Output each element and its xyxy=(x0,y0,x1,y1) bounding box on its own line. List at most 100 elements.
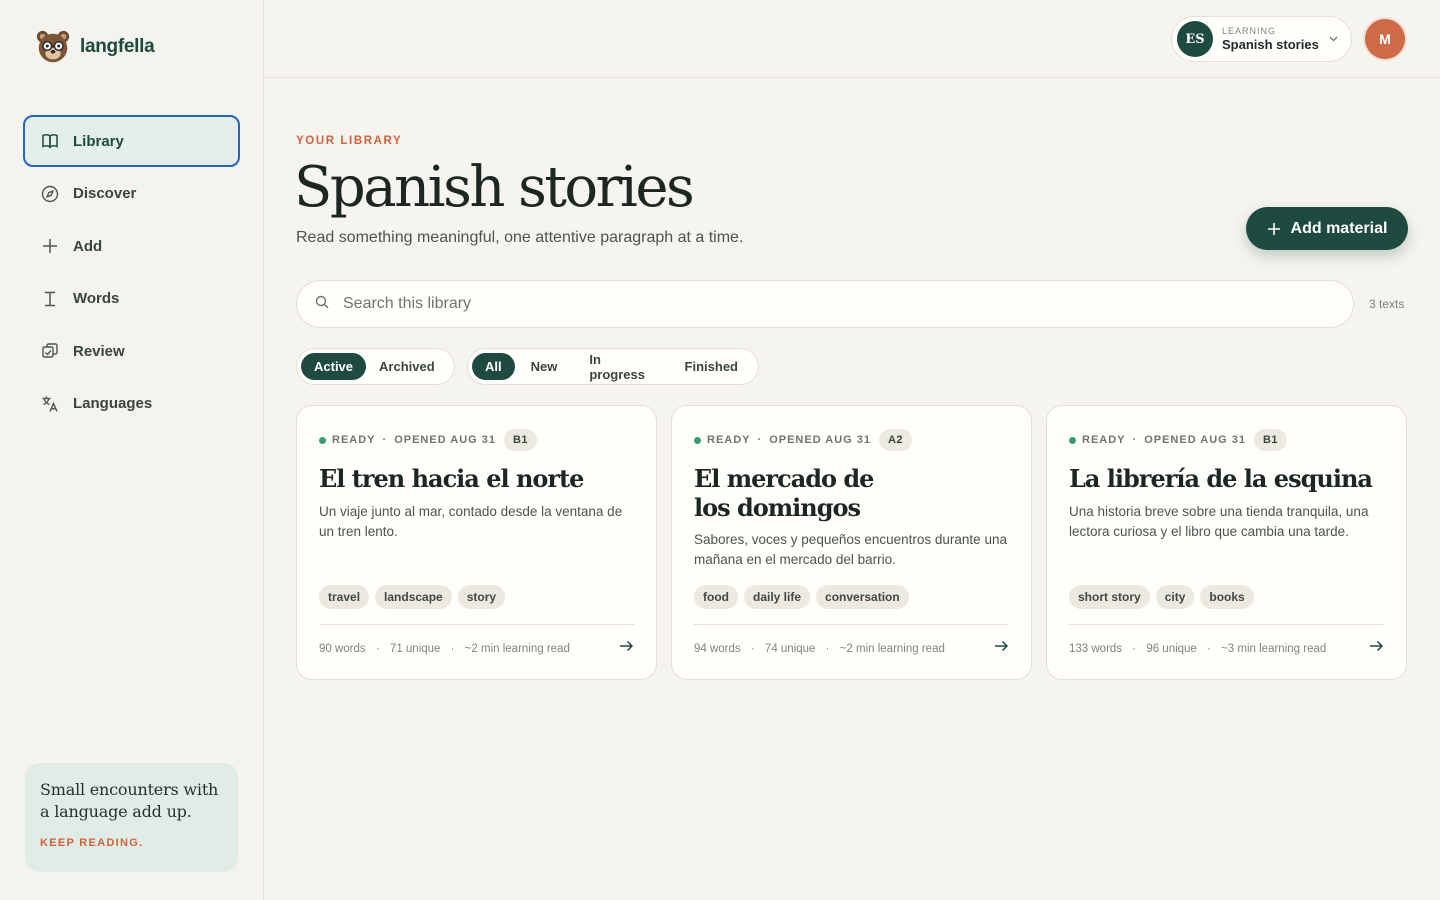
filter-archived[interactable]: Archived xyxy=(366,353,448,380)
card-stats: 133 words · 96 unique · ~3 min learning … xyxy=(1069,643,1326,655)
sidebar-item-label: Words xyxy=(73,290,120,307)
arrow-right-icon[interactable] xyxy=(994,639,1009,657)
sidebar-item-library[interactable]: Library xyxy=(23,115,240,167)
library-search xyxy=(296,280,1354,328)
tag[interactable]: city xyxy=(1155,585,1195,609)
text-cursor-icon xyxy=(41,290,59,308)
word-count: 94 words xyxy=(694,643,741,655)
card-tags: food daily life conversation xyxy=(694,585,909,609)
card-description: Sabores, voces y pequeños encuentros dur… xyxy=(694,532,1007,567)
brand[interactable]: langfella xyxy=(34,28,155,66)
text-count: 3 texts xyxy=(1369,297,1405,311)
language-switcher[interactable]: ES LEARNING Spanish stories xyxy=(1171,16,1352,62)
tag[interactable]: daily life xyxy=(744,585,811,609)
tag[interactable]: short story xyxy=(1069,585,1150,609)
compass-icon xyxy=(41,185,59,203)
meta-separator: · xyxy=(1132,643,1137,655)
word-count: 133 words xyxy=(1069,643,1123,655)
page-title: Spanish stories xyxy=(294,155,695,220)
tag[interactable]: travel xyxy=(319,585,370,609)
plus-icon xyxy=(41,237,59,255)
arrow-right-icon[interactable] xyxy=(619,639,634,657)
tag[interactable]: conversation xyxy=(816,585,909,609)
sidebar-item-discover[interactable]: Discover xyxy=(23,168,240,220)
tag[interactable]: food xyxy=(694,585,738,609)
ready-dot-icon xyxy=(319,436,326,444)
tag[interactable]: story xyxy=(457,585,506,609)
plus-icon xyxy=(1267,218,1281,240)
book-icon xyxy=(41,132,59,150)
sidebar-item-label: Discover xyxy=(73,185,137,202)
add-material-label: Add material xyxy=(1290,219,1388,237)
sidebar-item-label: Add xyxy=(73,237,103,255)
filter-in-progress[interactable]: In progress xyxy=(573,352,668,382)
card-description: Una historia breve sobre una tienda tran… xyxy=(1069,504,1369,539)
user-avatar[interactable]: M xyxy=(1365,19,1405,59)
ready-dot-icon xyxy=(1069,436,1076,444)
sidebar: langfella Library Discover Add Words Rev… xyxy=(0,0,264,900)
sidebar-nav: Library Discover Add Words Review Langua… xyxy=(23,115,240,430)
language-code-badge: ES xyxy=(1177,21,1213,57)
read-time: ~2 min learning read xyxy=(464,643,570,655)
card-opened: OPENED AUG 31 xyxy=(769,434,872,446)
keep-reading-link[interactable]: KEEP READING. xyxy=(40,837,223,849)
card-title: El mercado de los domingos xyxy=(694,464,874,522)
card-title: El tren hacia el norte xyxy=(319,464,584,493)
sidebar-item-review[interactable]: Review xyxy=(23,325,240,377)
level-badge: A2 xyxy=(879,429,912,451)
tag[interactable]: books xyxy=(1200,585,1254,609)
level-badge: B1 xyxy=(1254,429,1287,451)
bear-logo-icon xyxy=(36,30,70,63)
filter-all[interactable]: All xyxy=(472,353,515,380)
meta-separator: · xyxy=(382,434,388,446)
language-caption: LEARNING xyxy=(1222,26,1277,36)
story-card[interactable]: READY · OPENED AUG 31 A2 El mercado de l… xyxy=(671,405,1032,680)
word-count: 90 words xyxy=(319,643,366,655)
card-description: Un viaje junto al mar, contado desde la … xyxy=(319,504,623,539)
meta-separator: · xyxy=(1132,434,1138,446)
filter-new[interactable]: New xyxy=(515,353,574,380)
tag[interactable]: landscape xyxy=(375,585,452,609)
search-input[interactable] xyxy=(343,295,1243,313)
card-tags: travel landscape story xyxy=(319,585,506,609)
sidebar-item-add[interactable]: Add xyxy=(23,220,240,272)
meta-separator: · xyxy=(757,434,763,446)
story-card[interactable]: READY · OPENED AUG 31 B1 El tren hacia e… xyxy=(296,405,657,680)
page-eyebrow: YOUR LIBRARY xyxy=(296,135,403,147)
card-tags: short story city books xyxy=(1069,585,1254,609)
chevron-down-icon xyxy=(1329,34,1338,45)
filter-active[interactable]: Active xyxy=(301,353,367,380)
card-status: READY xyxy=(1082,434,1126,446)
arrow-right-icon[interactable] xyxy=(1369,639,1384,657)
card-opened: OPENED AUG 31 xyxy=(394,434,497,446)
add-material-button[interactable]: Add material xyxy=(1246,207,1408,250)
card-divider xyxy=(319,624,634,625)
card-title: La librería de la esquina xyxy=(1069,464,1373,493)
card-divider xyxy=(694,624,1009,625)
card-status: READY xyxy=(332,434,376,446)
progress-filter: All New In progress Finished xyxy=(467,348,759,385)
language-label: LEARNING Spanish stories xyxy=(1222,26,1319,52)
search-icon xyxy=(315,295,329,314)
meta-separator: · xyxy=(1207,643,1211,655)
sidebar-item-label: Review xyxy=(73,342,125,360)
read-time: ~2 min learning read xyxy=(839,643,945,655)
encouragement-text: Small encounters with a language add up. xyxy=(40,780,219,821)
sidebar-item-label: Languages xyxy=(73,395,153,412)
filter-finished[interactable]: Finished xyxy=(669,353,754,380)
card-stats: 90 words · 71 unique · ~2 min learning r… xyxy=(319,643,570,655)
cards-icon xyxy=(41,342,59,360)
topbar: ES LEARNING Spanish stories M xyxy=(264,0,1440,78)
read-time: ~3 min learning read xyxy=(1221,643,1327,655)
page-subtitle: Read something meaningful, one attentive… xyxy=(296,229,744,246)
meta-separator: · xyxy=(450,643,455,655)
meta-separator: · xyxy=(825,643,830,655)
ready-dot-icon xyxy=(694,436,701,444)
card-opened: OPENED AUG 31 xyxy=(1144,434,1247,446)
card-meta: READY · OPENED AUG 31 B1 xyxy=(319,429,537,451)
sidebar-item-languages[interactable]: Languages xyxy=(23,378,240,430)
brand-name: langfella xyxy=(80,36,155,57)
unique-count: 74 unique xyxy=(764,643,816,655)
story-card[interactable]: READY · OPENED AUG 31 B1 La librería de … xyxy=(1046,405,1407,680)
sidebar-item-words[interactable]: Words xyxy=(23,273,240,325)
